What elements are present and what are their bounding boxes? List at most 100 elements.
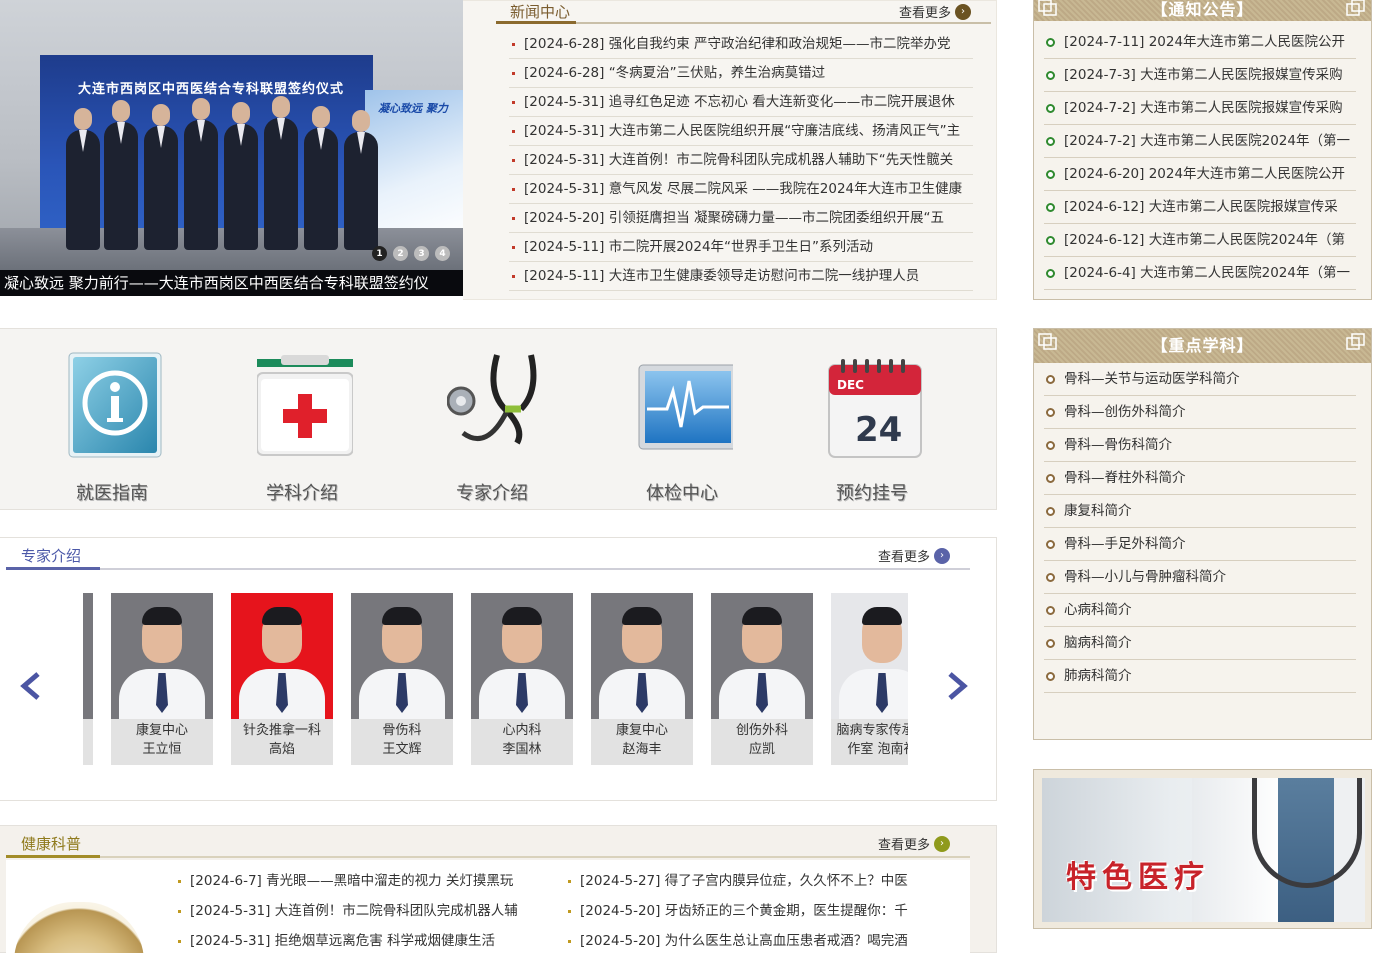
notice-panel: 【通知公告】 [2024-7-11] 2024年大连市第二人民医院公开 [2024… xyxy=(1033,0,1372,300)
expert-card[interactable]: 脑病专家传承工作室 泡南社 xyxy=(831,593,908,765)
slideshow-dot[interactable]: 4 xyxy=(435,246,450,261)
hero-caption[interactable]: 凝心致远 聚力前行——大连市西岗区中西医结合专科联盟签约仪 xyxy=(0,270,463,296)
news-title-underline xyxy=(496,21,576,24)
expert-card[interactable]: 针灸推拿一科 高焰 xyxy=(231,593,333,765)
quick-link-guide[interactable]: 就医指南 xyxy=(52,347,182,504)
carousel-prev-icon[interactable] xyxy=(16,668,46,704)
info-icon xyxy=(68,352,162,458)
expert-name: 作室 泡南社 xyxy=(847,742,908,757)
news-item[interactable]: [2024-5-31] 追寻红色足迹 不忘初心 看大连新变化——市二院开展退休 xyxy=(509,88,973,117)
featured-medical-banner[interactable]: 特色医疗 xyxy=(1033,769,1372,929)
news-item[interactable]: [2024-5-31] 大连首例！市二院骨科团队完成机器人辅助下“先天性髋关 xyxy=(509,146,973,175)
subjects-item[interactable]: 骨科—手足外科简介 xyxy=(1044,528,1356,561)
hero-person xyxy=(344,110,378,250)
health-list-left: [2024-6-7] 青光眼——黑暗中溜走的视力 关灯摸黑玩 [2024-5-31… xyxy=(176,866,536,953)
notice-item[interactable]: [2024-6-12] 大连市第二人民医院报媒宣传采 xyxy=(1044,191,1356,224)
notice-item[interactable]: [2024-6-12] 大连市第二人民医院2024年（第 xyxy=(1044,224,1356,257)
notice-item[interactable]: [2024-7-2] 大连市第二人民医院2024年（第一 xyxy=(1044,125,1356,158)
quick-link-departments[interactable]: 学科介绍 xyxy=(242,347,372,504)
subjects-item[interactable]: 肺病科简介 xyxy=(1044,660,1356,693)
news-more-link[interactable]: 查看更多 › xyxy=(899,2,972,21)
subjects-item[interactable]: 骨科—创伤外科简介 xyxy=(1044,396,1356,429)
quick-link-checkup[interactable]: 体检中心 xyxy=(622,347,752,504)
health-item[interactable]: [2024-5-31] 拒绝烟草远离危害 科学戒烟健康生活 xyxy=(176,926,536,953)
news-more-label: 查看更多 xyxy=(899,6,952,21)
subjects-item-text: 骨科—骨伤科简介 xyxy=(1064,437,1172,453)
bullet-circle-icon xyxy=(1046,71,1055,80)
hero-person-head xyxy=(272,96,290,118)
bullet-circle-icon xyxy=(1046,269,1055,278)
expert-card[interactable]: 康复中心 赵海丰 xyxy=(591,593,693,765)
subjects-item-text: 骨科—脊柱外科简介 xyxy=(1064,470,1186,486)
carousel-next-icon[interactable] xyxy=(942,668,972,704)
slideshow-dot[interactable]: 2 xyxy=(393,246,408,261)
expert-department: 针灸推拿一科 xyxy=(242,723,321,738)
quick-link-appointment[interactable]: DEC 24 预约挂号 xyxy=(812,347,942,504)
news-item[interactable]: [2024-6-28] “冬病夏治”三伏贴，养生治病莫错过 xyxy=(509,59,973,88)
key-subjects-list: 骨科—关节与运动医学科简介骨科—创伤外科简介 骨科—骨伤科简介 骨科—脊柱外科简介康… xyxy=(1044,363,1356,693)
experts-panel: 专家介绍 查看更多 › 康复中心 王立恒 针灸推拿一科 高焰 骨伤科 王文辉 心内科 李国林康… xyxy=(0,537,997,801)
slideshow-dot[interactable]: 1 xyxy=(372,246,387,261)
news-item[interactable]: [2024-5-11] 大连市卫生健康委领导走访慰问市二院一线护理人员 xyxy=(509,262,973,291)
news-item[interactable]: [2024-5-31] 意气风发 尽展二院风采 ——我院在2024年大连市卫生健… xyxy=(509,175,973,204)
expert-card[interactable]: 康复中心 王立恒 xyxy=(111,593,213,765)
health-item[interactable]: [2024-5-31] 大连首例！市二院骨科团队完成机器人辅 xyxy=(176,896,536,926)
notice-item[interactable]: [2024-6-20] 2024年大连市第二人民医院公开 xyxy=(1044,158,1356,191)
expert-photo xyxy=(711,593,813,719)
subjects-item[interactable]: 心病科简介 xyxy=(1044,594,1356,627)
subjects-item[interactable]: 脑病科简介 xyxy=(1044,627,1356,660)
expert-card[interactable]: 骨伤科 王文辉 xyxy=(351,593,453,765)
bullet-circle-icon xyxy=(1046,672,1055,681)
bullet-circle-icon xyxy=(1046,474,1055,483)
notice-item[interactable]: [2024-6-4] 大连市第二人民医院2024年（第一 xyxy=(1044,257,1356,290)
subjects-item[interactable]: 康复科简介 xyxy=(1044,495,1356,528)
expert-hair xyxy=(862,607,902,625)
expert-card[interactable]: 创伤外科 应凯 xyxy=(711,593,813,765)
health-more-link[interactable]: 查看更多 › xyxy=(878,834,951,853)
news-item[interactable]: [2024-5-11] 市二院开展2024年“世界手卫生日”系列活动 xyxy=(509,233,973,262)
expert-department: 脑病专家传承工 xyxy=(836,723,908,738)
news-item[interactable]: [2024-6-28] 强化自我约束 严守政治纪律和政治规矩——市二院举办党 xyxy=(509,30,973,59)
featured-medical-text: 特色医疗 xyxy=(1066,860,1210,895)
window-corner-icon xyxy=(1346,333,1365,350)
quick-link-checkup-label: 体检中心 xyxy=(646,483,718,504)
notice-item[interactable]: [2024-7-11] 2024年大连市第二人民医院公开 xyxy=(1044,26,1356,59)
slideshow-dot[interactable]: 3 xyxy=(414,246,429,261)
bullet-circle-icon xyxy=(1046,236,1055,245)
subjects-item[interactable]: 骨科—骨伤科简介 xyxy=(1044,429,1356,462)
experts-title: 专家介绍 xyxy=(21,547,82,565)
key-subjects-header: 【重点学科】 xyxy=(1034,329,1371,363)
notice-item-text: [2024-6-20] 2024年大连市第二人民医院公开 xyxy=(1064,166,1346,182)
news-item[interactable]: [2024-5-20] 引领挺膺担当 凝聚磅礴力量——市二院团委组织开展“五 xyxy=(509,204,973,233)
subjects-item[interactable]: 骨科—关节与运动医学科简介 xyxy=(1044,363,1356,396)
quick-link-experts[interactable]: 专家介绍 xyxy=(432,347,562,504)
health-item[interactable]: [2024-5-27] 得了子宫内膜异位症，久久怀不上？中医 xyxy=(566,866,926,896)
hero-slideshow[interactable]: 大连市西岗区中西医结合专科联盟签约仪式 凝心致远 聚力 1234 凝心致远 聚力… xyxy=(0,0,463,296)
featured-medical-image: 特色医疗 xyxy=(1042,778,1365,922)
subjects-item[interactable]: 骨科—脊柱外科简介 xyxy=(1044,462,1356,495)
health-science-panel: 健康科普 查看更多 › [2024-6-7] 青光眼——黑暗中溜走的视力 关灯摸… xyxy=(0,825,997,953)
hero-backdrop-title: 大连市西岗区中西医结合专科联盟签约仪式 xyxy=(78,82,345,97)
notice-item[interactable]: [2024-7-3] 大连市第二人民医院报媒宣传采购 xyxy=(1044,59,1356,92)
health-title-underline xyxy=(6,855,100,858)
hero-person xyxy=(304,106,338,250)
subjects-item-text: 骨科—手足外科简介 xyxy=(1064,536,1186,552)
health-item[interactable]: [2024-5-20] 牙齿矫正的三个黄金期，医生提醒你：千 xyxy=(566,896,926,926)
experts-more-link[interactable]: 查看更多 › xyxy=(878,546,951,565)
subjects-item[interactable]: 骨科—小儿与骨肿瘤科简介 xyxy=(1044,561,1356,594)
quick-links-panel: 就医指南 学科介绍 专家介绍 体检中心 DEC 24 预约挂号 xyxy=(0,328,997,510)
health-item[interactable]: [2024-5-20] 为什么医生总让高血压患者戒酒？喝完酒 xyxy=(566,926,926,953)
hero-person-shirt xyxy=(117,122,125,144)
health-item[interactable]: [2024-6-7] 青光眼——黑暗中溜走的视力 关灯摸黑玩 xyxy=(176,866,536,896)
expert-card[interactable]: 心内科 李国林 xyxy=(471,593,573,765)
first-aid-kit-icon xyxy=(257,355,353,456)
subjects-item-text: 肺病科简介 xyxy=(1064,668,1132,684)
news-item[interactable]: [2024-5-31] 大连市第二人民医院组织开展“守廉洁底线、扬清风正气”主 xyxy=(509,117,973,146)
heartbeat-monitor-icon xyxy=(638,364,733,450)
notice-item[interactable]: [2024-7-2] 大连市第二人民医院报媒宣传采购 xyxy=(1044,92,1356,125)
notice-item-text: [2024-6-12] 大连市第二人民医院报媒宣传采 xyxy=(1064,199,1338,215)
subjects-item-text: 骨科—创伤外科简介 xyxy=(1064,404,1186,420)
chevron-right-icon: › xyxy=(955,3,972,20)
hero-person xyxy=(66,108,100,250)
expert-department: 康复中心 xyxy=(615,723,668,738)
